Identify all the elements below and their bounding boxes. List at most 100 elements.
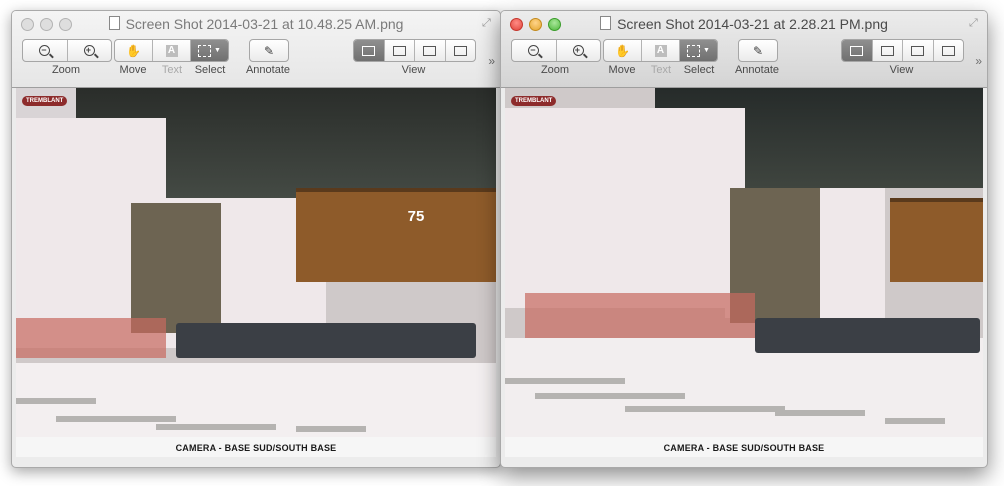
- fullscreen-arrows-icon[interactable]: ⤢: [969, 17, 981, 29]
- ski-rack: [296, 426, 366, 432]
- two-page-icon: [423, 45, 437, 56]
- image-caption: CAMERA - BASE SUD/SOUTH BASE: [505, 437, 983, 457]
- preview-window-1[interactable]: Screen Shot 2014-03-21 at 10.48.25 AM.pn…: [11, 10, 501, 468]
- view-label: View: [889, 64, 914, 76]
- zoom-label: Zoom: [51, 64, 81, 76]
- view-single-button[interactable]: [354, 40, 385, 61]
- document-icon: [600, 16, 612, 30]
- dropdown-arrow-icon: ▼: [703, 47, 710, 54]
- view-contact-button[interactable]: [446, 40, 476, 61]
- ski-rack: [156, 424, 276, 430]
- annotate-button[interactable]: ✎: [250, 40, 288, 61]
- move-label: Move: [119, 64, 147, 76]
- pen-icon: ✎: [752, 43, 764, 58]
- view-single-button[interactable]: [842, 40, 873, 61]
- red-fence: [525, 293, 755, 338]
- crowd: [176, 323, 476, 358]
- hand-icon: ✋: [126, 43, 141, 58]
- select-label: Select: [683, 64, 715, 76]
- view-sidebar-button[interactable]: [873, 40, 903, 61]
- chevron-double-right-icon[interactable]: »: [975, 54, 982, 68]
- hand-icon: ✋: [615, 43, 630, 58]
- text-tool-icon: A: [165, 44, 178, 57]
- select-button[interactable]: ▼: [191, 40, 228, 61]
- zoom-out-icon: −: [528, 45, 540, 56]
- lift-tower: [131, 203, 221, 333]
- ski-slope: [505, 108, 745, 308]
- single-page-icon: [850, 45, 864, 56]
- ski-rack: [56, 416, 176, 422]
- sidebar-icon: [392, 45, 406, 56]
- view-twopage-button[interactable]: [415, 40, 446, 61]
- zoom-control: − +: [22, 39, 112, 62]
- ski-rack: [16, 398, 96, 404]
- zoom-in-button[interactable]: +: [557, 40, 601, 61]
- toolbar: Screen Shot 2014-03-21 at 10.48.25 AM.pn…: [12, 11, 500, 88]
- chevron-double-right-icon[interactable]: »: [488, 54, 495, 68]
- anniversary-sign: 75: [391, 208, 441, 225]
- red-fence: [16, 318, 166, 358]
- zoom-in-icon: +: [572, 45, 584, 56]
- zoom-in-button[interactable]: +: [68, 40, 112, 61]
- tool-control: ✋ A ▼: [114, 39, 229, 62]
- ski-rack: [505, 378, 625, 384]
- contact-sheet-icon: [453, 45, 467, 56]
- text-tool-icon: A: [654, 44, 667, 57]
- base-building: [890, 198, 983, 282]
- annotate-control: ✎: [738, 39, 778, 62]
- marquee-icon: [198, 44, 212, 57]
- pen-icon: ✎: [263, 43, 275, 58]
- window-title-text: Screen Shot 2014-03-21 at 10.48.25 AM.pn…: [125, 16, 404, 32]
- marquee-icon: [687, 44, 701, 57]
- tool-control: ✋ A ▼: [603, 39, 718, 62]
- annotate-label: Annotate: [734, 64, 780, 76]
- toolbar: Screen Shot 2014-03-21 at 2.28.21 PM.png…: [501, 11, 987, 88]
- text-button[interactable]: A: [642, 40, 680, 61]
- text-button[interactable]: A: [153, 40, 191, 61]
- zoom-label: Zoom: [540, 64, 570, 76]
- move-label: Move: [608, 64, 636, 76]
- view-sidebar-button[interactable]: [385, 40, 415, 61]
- select-label: Select: [194, 64, 226, 76]
- text-label: Text: [161, 64, 183, 76]
- annotate-button[interactable]: ✎: [739, 40, 777, 61]
- webcam-image: TREMBLANT 75 CAMERA - BASE SUD/SOUTH BAS…: [16, 88, 496, 457]
- annotate-label: Annotate: [245, 64, 291, 76]
- base-building: [296, 188, 496, 282]
- zoom-in-icon: +: [83, 45, 95, 56]
- two-page-icon: [911, 45, 925, 56]
- sidebar-icon: [880, 45, 894, 56]
- zoom-out-button[interactable]: −: [23, 40, 68, 61]
- window-title: Screen Shot 2014-03-21 at 2.28.21 PM.png: [501, 14, 987, 34]
- view-contact-button[interactable]: [934, 40, 964, 61]
- move-button[interactable]: ✋: [604, 40, 642, 61]
- dropdown-arrow-icon: ▼: [214, 47, 221, 54]
- select-button[interactable]: ▼: [680, 40, 717, 61]
- view-twopage-button[interactable]: [903, 40, 934, 61]
- ski-rack: [775, 410, 865, 416]
- view-label: View: [401, 64, 426, 76]
- ski-rack: [885, 418, 945, 424]
- preview-window-2[interactable]: Screen Shot 2014-03-21 at 2.28.21 PM.png…: [500, 10, 988, 468]
- text-label: Text: [650, 64, 672, 76]
- window-title: Screen Shot 2014-03-21 at 10.48.25 AM.pn…: [12, 14, 500, 34]
- window-title-text: Screen Shot 2014-03-21 at 2.28.21 PM.png: [617, 16, 888, 32]
- fullscreen-arrows-icon[interactable]: ⤢: [482, 17, 494, 29]
- view-control: [841, 39, 964, 62]
- zoom-out-icon: −: [39, 45, 51, 56]
- resort-logo: TREMBLANT: [511, 96, 557, 106]
- crowd: [755, 318, 980, 353]
- view-control: [353, 39, 476, 62]
- single-page-icon: [362, 45, 376, 56]
- annotate-control: ✎: [249, 39, 289, 62]
- move-button[interactable]: ✋: [115, 40, 153, 61]
- resort-logo: TREMBLANT: [22, 96, 68, 106]
- zoom-control: − +: [511, 39, 601, 62]
- zoom-out-button[interactable]: −: [512, 40, 557, 61]
- contact-sheet-icon: [941, 45, 955, 56]
- ski-rack: [625, 406, 785, 412]
- document-icon: [108, 16, 120, 30]
- image-caption: CAMERA - BASE SUD/SOUTH BASE: [16, 437, 496, 457]
- ski-rack: [535, 393, 685, 399]
- webcam-image: TREMBLANT CAMERA - BASE SUD/SOUTH BASE: [505, 88, 983, 457]
